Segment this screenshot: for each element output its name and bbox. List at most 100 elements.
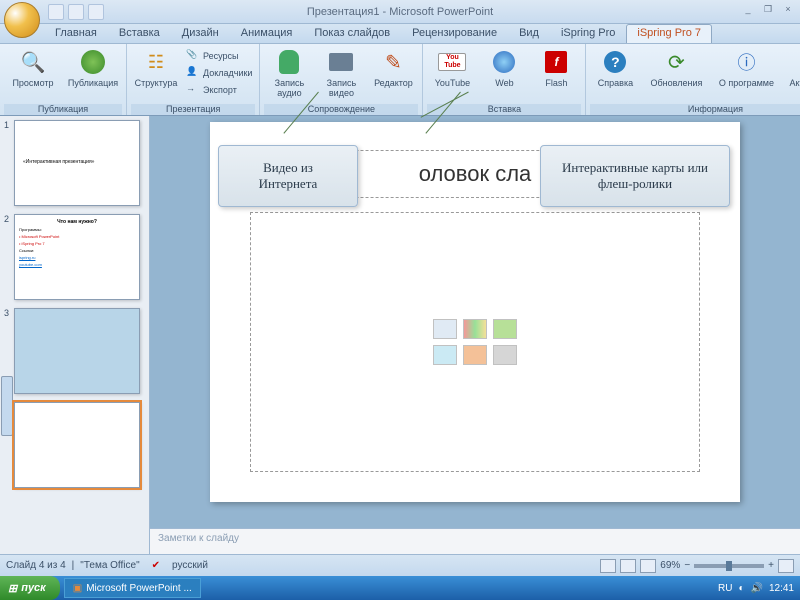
record-audio-label: Запись аудио <box>264 78 314 98</box>
thumb-number: 2 <box>4 214 14 300</box>
slide-panel[interactable]: 1 «Интерактивная презентация» 2 Что нам … <box>0 116 150 554</box>
group-publication: 🔍 Просмотр Публикация Публикация <box>0 44 127 115</box>
structure-button[interactable]: ☷ Структура <box>131 46 181 104</box>
group-label-presentation: Презентация <box>131 104 255 115</box>
tray-icon[interactable]: 🔊 <box>751 583 763 594</box>
group-label-accompaniment: Сопровождение <box>264 104 418 115</box>
resources-icon: 📎 <box>186 49 200 63</box>
tab-slideshow[interactable]: Показ слайдов <box>303 24 401 43</box>
publish-button[interactable]: Публикация <box>64 46 122 104</box>
view-normal-button[interactable] <box>600 559 616 573</box>
thumb-line: Программы: <box>19 227 135 232</box>
taskbar-app-powerpoint[interactable]: ▣ Microsoft PowerPoint ... <box>64 578 201 598</box>
status-slide: Слайд 4 из 4 <box>6 560 66 571</box>
qat-undo-icon[interactable] <box>68 4 84 20</box>
record-video-button[interactable]: Запись видео <box>316 46 366 104</box>
tab-ispring[interactable]: iSpring Pro <box>550 24 626 43</box>
callout-flash-maps: Интерактивные карты или флеш-ролики <box>540 145 730 207</box>
tab-review[interactable]: Рецензирование <box>401 24 508 43</box>
flash-label: Flash <box>545 78 567 88</box>
insert-media-icon[interactable] <box>493 345 517 365</box>
start-label: пуск <box>21 582 46 594</box>
presenters-button[interactable]: 👤Докладчики <box>183 65 255 81</box>
structure-icon: ☷ <box>142 48 170 76</box>
editor-label: Редактор <box>374 78 413 88</box>
help-button[interactable]: ? Справка <box>590 46 640 104</box>
tab-home[interactable]: Главная <box>44 24 108 43</box>
updates-button[interactable]: ⟳ Обновления <box>642 46 710 104</box>
export-icon: → <box>186 83 200 97</box>
qat-save-icon[interactable] <box>48 4 64 20</box>
slide-thumb-4[interactable]: 4 <box>4 402 145 488</box>
thumb-line: • Microsoft PowerPoint <box>19 234 135 239</box>
record-audio-button[interactable]: Запись аудио <box>264 46 314 104</box>
microphone-icon <box>275 48 303 76</box>
about-button[interactable]: ⓘ О программе <box>712 46 780 104</box>
activate-button[interactable]: ✓ Активация <box>782 46 800 104</box>
updates-label: Обновления <box>651 78 703 88</box>
insert-chart-icon[interactable] <box>463 319 487 339</box>
tab-animation[interactable]: Анимация <box>230 24 304 43</box>
tab-ispring7[interactable]: iSpring Pro 7 <box>626 24 712 43</box>
view-sorter-button[interactable] <box>620 559 636 573</box>
insert-clipart-icon[interactable] <box>463 345 487 365</box>
content-placeholder[interactable] <box>250 212 700 472</box>
refresh-icon: ⟳ <box>662 48 690 76</box>
resources-button[interactable]: 📎Ресурсы <box>183 48 255 64</box>
help-label: Справка <box>598 78 633 88</box>
tray-icon[interactable]: ◐ <box>738 583 744 594</box>
group-label-insert: Вставка <box>427 104 581 115</box>
status-zoom: 69% <box>660 560 680 571</box>
export-button[interactable]: →Экспорт <box>183 82 255 98</box>
thumb-line: ispring.ru <box>19 255 135 260</box>
close-button[interactable]: × <box>780 2 796 16</box>
side-handle[interactable] <box>1 376 13 436</box>
thumb-line: Ссылки: <box>19 248 135 253</box>
zoom-slider[interactable] <box>694 564 764 568</box>
globe-publish-icon <box>79 48 107 76</box>
insert-table-icon[interactable] <box>433 319 457 339</box>
minimize-button[interactable]: _ <box>740 2 756 16</box>
tray-clock[interactable]: 12:41 <box>769 583 794 594</box>
thumb-number: 1 <box>4 120 14 206</box>
tab-design[interactable]: Дизайн <box>171 24 230 43</box>
record-video-label: Запись видео <box>316 78 366 98</box>
slide-thumb-2[interactable]: 2 Что нам нужно? Программы: • Microsoft … <box>4 214 145 300</box>
preview-button[interactable]: 🔍 Просмотр <box>4 46 62 104</box>
office-button[interactable] <box>4 2 40 38</box>
youtube-label: YouTube <box>435 78 470 88</box>
editor-button[interactable]: ✎ Редактор <box>368 46 418 104</box>
qat-redo-icon[interactable] <box>88 4 104 20</box>
web-button[interactable]: Web <box>479 46 529 104</box>
about-label: О программе <box>719 78 774 88</box>
zoom-fit-button[interactable] <box>778 559 794 573</box>
insert-picture-icon[interactable] <box>433 345 457 365</box>
camera-icon <box>327 48 355 76</box>
web-label: Web <box>495 78 513 88</box>
preview-label: Просмотр <box>12 78 53 88</box>
slide-thumb-3[interactable]: 3 <box>4 308 145 394</box>
status-language[interactable]: русский <box>172 560 208 571</box>
tray-language[interactable]: RU <box>718 583 732 594</box>
tab-insert[interactable]: Вставка <box>108 24 171 43</box>
view-slideshow-button[interactable] <box>640 559 656 573</box>
youtube-icon: YouTube <box>438 48 466 76</box>
zoom-out-button[interactable]: − <box>684 560 690 571</box>
start-button[interactable]: ⊞ пуск <box>0 576 60 600</box>
youtube-button[interactable]: YouTube YouTube <box>427 46 477 104</box>
group-accompaniment: Запись аудио Запись видео ✎ Редактор Соп… <box>260 44 423 115</box>
taskbar: ⊞ пуск ▣ Microsoft PowerPoint ... RU ◐ 🔊… <box>0 576 800 600</box>
slide-thumb-1[interactable]: 1 «Интерактивная презентация» <box>4 120 145 206</box>
notes-pane[interactable]: Заметки к слайду <box>150 528 800 554</box>
activate-label: Активация <box>789 78 800 88</box>
insert-smartart-icon[interactable] <box>493 319 517 339</box>
zoom-in-button[interactable]: + <box>768 560 774 571</box>
ribbon: 🔍 Просмотр Публикация Публикация ☷ Струк… <box>0 44 800 116</box>
windows-logo-icon: ⊞ <box>8 582 17 595</box>
restore-button[interactable]: ❐ <box>760 2 776 16</box>
flash-button[interactable]: f Flash <box>531 46 581 104</box>
structure-label: Структура <box>135 78 178 88</box>
group-presentation: ☷ Структура 📎Ресурсы 👤Докладчики →Экспор… <box>127 44 260 115</box>
tab-view[interactable]: Вид <box>508 24 550 43</box>
spellcheck-icon[interactable]: ✔ <box>152 560 160 571</box>
